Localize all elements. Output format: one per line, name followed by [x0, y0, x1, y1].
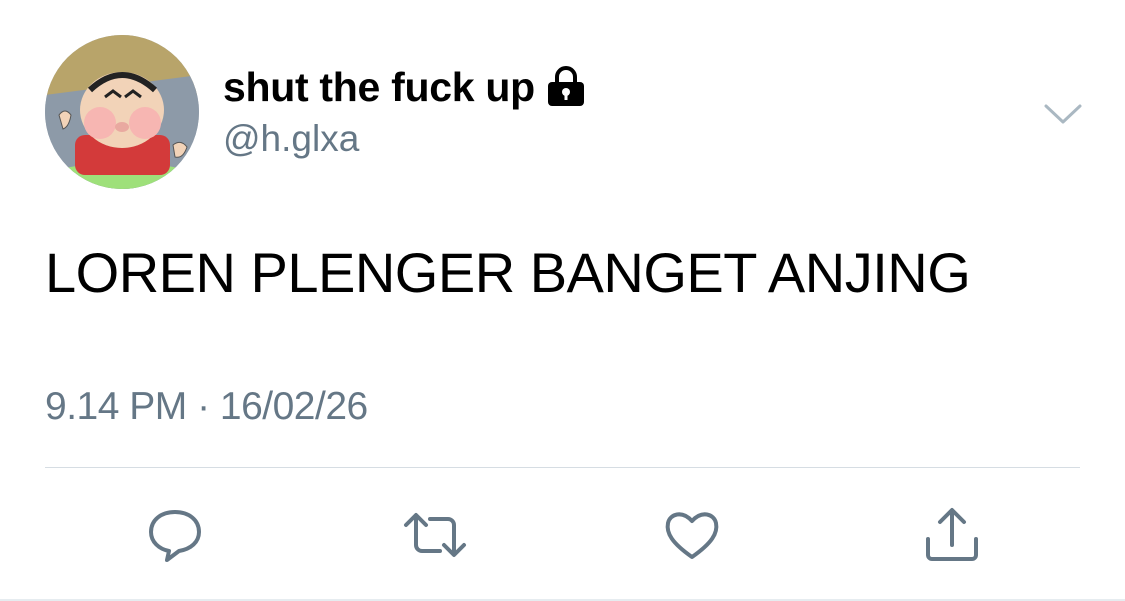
reply-icon: [149, 510, 201, 562]
like-button[interactable]: [662, 505, 722, 565]
lock-icon: [545, 65, 587, 109]
tweet-text: LOREN PLENGER BANGET ANJING: [45, 241, 971, 304]
divider: [45, 467, 1080, 468]
reply-button[interactable]: [145, 505, 205, 565]
display-name-text: shut the fuck up: [223, 63, 535, 110]
retweet-icon: [404, 513, 466, 557]
user-handle[interactable]: @h.glxa: [223, 118, 359, 160]
timestamp[interactable]: 9.14 PM · 16/02/26: [45, 385, 368, 429]
display-name[interactable]: shut the fuck up: [223, 60, 587, 114]
avatar[interactable]: [45, 35, 199, 189]
share-icon: [926, 508, 978, 561]
share-button[interactable]: [922, 505, 982, 565]
retweet-button[interactable]: [402, 505, 466, 565]
heart-icon: [665, 512, 719, 559]
chevron-down-icon[interactable]: [1042, 98, 1084, 128]
